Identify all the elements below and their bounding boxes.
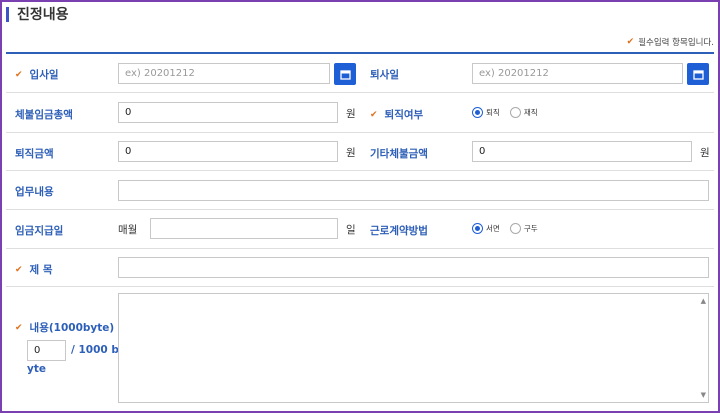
unit-won: 원	[700, 147, 710, 159]
unpaid-total-label: 체불임금총액	[15, 107, 73, 122]
radio-button[interactable]	[472, 107, 483, 118]
row-job-description: 업무내용	[6, 172, 714, 210]
severance-input[interactable]	[118, 141, 338, 162]
subject-label-text: 제 목	[29, 264, 53, 276]
page-title: 진정내용	[17, 7, 69, 23]
radio-button[interactable]	[509, 107, 521, 118]
other-unpaid-input[interactable]	[472, 141, 692, 162]
radio-label: 재직	[523, 108, 538, 117]
required-note-text: 필수입력 항목입니다.	[638, 38, 714, 48]
leave-date-label-text: 퇴사일	[370, 69, 399, 81]
resigned-label-text: 퇴직여부	[384, 109, 424, 121]
unit-won: 원	[346, 108, 356, 120]
job-description-label: 업무내용	[15, 184, 54, 199]
unpaid-total-label-text: 체불임금총액	[15, 109, 73, 121]
resigned-option-yes[interactable]: 퇴직	[472, 107, 500, 118]
subject-label: ✔ 제 목	[15, 262, 53, 277]
contract-method-radio-group: 서면 구두	[472, 223, 548, 234]
checkmark-icon: ✔	[15, 322, 23, 333]
calendar-icon	[339, 69, 351, 80]
other-unpaid-label-text: 기타체불금액	[370, 148, 428, 160]
checkmark-icon: ✔	[15, 264, 23, 275]
radio-button[interactable]	[472, 223, 483, 234]
section-header: 진정내용	[6, 4, 69, 24]
severance-label: 퇴직금액	[15, 146, 54, 161]
contract-method-label-text: 근로계약방법	[370, 225, 428, 237]
required-note: ✔ 필수입력 항목입니다.	[627, 36, 714, 48]
byte-limit-text-wrap: yte	[27, 363, 46, 375]
byte-count-input[interactable]	[27, 340, 66, 361]
scroll-up-icon[interactable]: ▲	[701, 297, 706, 305]
severance-label-text: 퇴직금액	[15, 148, 54, 160]
hire-date-label: ✔ 입사일	[15, 67, 59, 82]
radio-label: 서면	[486, 224, 500, 233]
row-content: ✔ 내용(1000byte) / 1000 b yte ▲ ▼	[6, 288, 714, 407]
job-description-label-text: 업무내용	[15, 186, 54, 198]
subject-input[interactable]	[118, 257, 709, 278]
leave-date-label: 퇴사일	[370, 67, 399, 82]
row-unpaid-total: 체불임금총액 원 ✔ 퇴직여부 퇴직 재직	[6, 94, 714, 133]
radio-button[interactable]	[509, 223, 521, 234]
leave-date-calendar-button[interactable]	[687, 63, 709, 85]
pay-day-prefix: 매월	[118, 224, 138, 236]
contract-method-label: 근로계약방법	[370, 223, 428, 238]
hire-date-calendar-button[interactable]	[334, 63, 356, 85]
resigned-label: ✔ 퇴직여부	[370, 107, 423, 122]
row-severance: 퇴직금액 원 기타체불금액 원	[6, 134, 714, 171]
checkmark-icon: ✔	[370, 109, 378, 120]
row-dates: ✔ 입사일 퇴사일	[6, 55, 714, 93]
checkmark-icon: ✔	[626, 37, 635, 47]
pay-day-label: 임금지급일	[15, 223, 63, 238]
unit-won: 원	[346, 147, 356, 159]
title-marker	[6, 6, 9, 22]
contract-option-written[interactable]: 서면	[472, 223, 500, 234]
calendar-icon	[692, 69, 704, 80]
hire-date-label-text: 입사일	[29, 69, 59, 81]
pay-day-input[interactable]	[150, 218, 338, 239]
other-unpaid-label: 기타체불금액	[370, 146, 428, 161]
hire-date-input[interactable]	[118, 63, 330, 84]
radio-label: 퇴직	[486, 108, 500, 117]
content-label-text: 내용(1000byte)	[29, 322, 115, 334]
job-description-input[interactable]	[118, 180, 709, 201]
contract-option-verbal[interactable]: 구두	[509, 223, 538, 234]
pay-day-label-text: 임금지급일	[15, 225, 64, 237]
row-subject: ✔ 제 목	[6, 250, 714, 287]
radio-label: 구두	[523, 224, 538, 233]
unpaid-total-input[interactable]	[118, 102, 338, 123]
content-label: ✔ 내용(1000byte)	[15, 320, 114, 335]
leave-date-input[interactable]	[472, 63, 683, 84]
table-top-border	[6, 52, 714, 54]
content-textarea[interactable]: ▲ ▼	[118, 293, 709, 403]
resigned-radio-group: 퇴직 재직	[472, 107, 548, 118]
unit-day: 일	[346, 224, 356, 236]
scroll-down-icon[interactable]: ▼	[701, 391, 706, 399]
checkmark-icon: ✔	[15, 69, 23, 80]
row-pay-day: 임금지급일 매월 일 근로계약방법 서면 구두	[6, 211, 714, 249]
byte-limit-text: / 1000 b	[71, 344, 119, 356]
resigned-option-no[interactable]: 재직	[509, 107, 538, 118]
